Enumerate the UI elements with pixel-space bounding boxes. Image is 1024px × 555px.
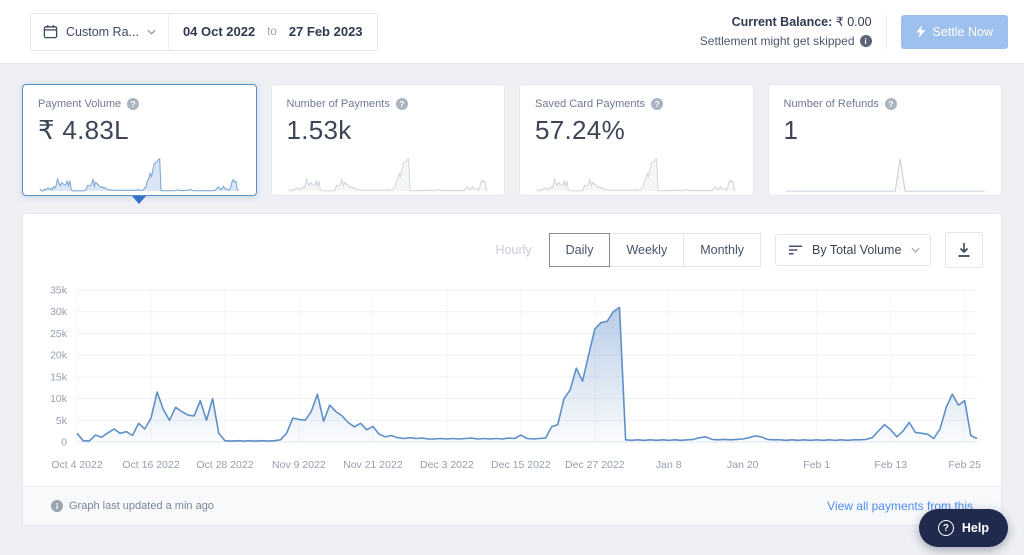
svg-text:Dec 3 2022: Dec 3 2022 (420, 459, 474, 471)
date-range-picker[interactable]: Custom Ra... 04 Oct 2022 to 27 Feb 2023 (30, 12, 378, 51)
payments-area-chart[interactable]: 0 5k 10k 15k 20k 25k 30k 35k Oct 4 2022 Oct 16 20… (31, 276, 991, 482)
current-balance-label: Current Balance: (731, 14, 833, 29)
topbar-divider (885, 13, 887, 50)
download-icon (956, 242, 972, 258)
svg-text:5k: 5k (56, 415, 68, 427)
balance-area: Current Balance: ₹ 0.00 Settlement might… (700, 13, 1008, 51)
info-icon: i (51, 500, 63, 512)
sort-by-dropdown[interactable]: By Total Volume (775, 234, 931, 266)
tab-weekly[interactable]: Weekly (609, 233, 685, 267)
granularity-tabs: Hourly Daily Weekly Monthly (479, 233, 761, 267)
lightning-icon (916, 25, 926, 38)
current-balance-value: ₹ 0.00 (835, 14, 872, 29)
svg-text:20k: 20k (50, 350, 68, 362)
card-payment-volume[interactable]: Payment Volume ? ₹ 4.83L (22, 84, 257, 204)
svg-text:Oct 16 2022: Oct 16 2022 (122, 459, 179, 471)
svg-text:Feb 13: Feb 13 (874, 459, 907, 471)
date-to: 27 Feb 2023 (288, 24, 363, 39)
svg-text:Oct 4 2022: Oct 4 2022 (51, 459, 103, 471)
settlement-note: Settlement might get skipped (699, 33, 855, 48)
selected-card-arrow-icon (132, 196, 147, 204)
svg-text:Feb 1: Feb 1 (803, 459, 830, 471)
svg-text:Jan 8: Jan 8 (656, 459, 682, 471)
sparkline-chart (39, 157, 239, 192)
chart-controls: Hourly Daily Weekly Monthly By Total Vol… (23, 214, 1001, 268)
card-number-of-payments[interactable]: Number of Payments ? 1.53k (270, 84, 505, 196)
svg-text:Dec 15 2022: Dec 15 2022 (491, 459, 551, 471)
card-value: ₹ 4.83L (38, 115, 129, 145)
svg-text:35k: 35k (50, 285, 68, 297)
help-circle-icon[interactable]: ? (395, 98, 408, 110)
help-circle-icon[interactable]: ? (651, 98, 664, 110)
sparkline-chart (536, 157, 736, 192)
svg-text:Jan 20: Jan 20 (727, 459, 759, 471)
download-button[interactable] (945, 232, 983, 268)
card-value: 1 (783, 115, 799, 145)
help-circle-icon[interactable]: ? (884, 98, 897, 110)
chart-area-wrap: 0 5k 10k 15k 20k 25k 30k 35k Oct 4 2022 Oct 16 20… (23, 268, 1001, 482)
svg-text:0: 0 (61, 437, 67, 449)
help-button[interactable]: ? Help (918, 509, 1008, 547)
svg-text:Feb 25: Feb 25 (948, 459, 981, 471)
card-title-label: Number of Payments (286, 98, 390, 110)
settle-now-button[interactable]: Settle Now (900, 14, 1008, 49)
date-range-preset-label: Custom Ra... (66, 24, 139, 39)
card-value: 1.53k (286, 115, 352, 145)
topbar: Custom Ra... 04 Oct 2022 to 27 Feb 2023 … (0, 0, 1024, 64)
chevron-down-icon (911, 247, 920, 253)
info-icon[interactable]: i (859, 35, 872, 48)
balance-block: Current Balance: ₹ 0.00 Settlement might… (700, 13, 872, 51)
date-range-values[interactable]: 04 Oct 2022 to 27 Feb 2023 (169, 14, 377, 50)
question-icon: ? (937, 520, 954, 536)
card-title-label: Saved Card Payments (535, 98, 646, 110)
date-range-preset[interactable]: Custom Ra... (31, 13, 169, 50)
card-title-label: Payment Volume (38, 98, 122, 110)
date-range-separator: to (267, 25, 277, 38)
sort-icon (788, 244, 803, 256)
chevron-down-icon (147, 29, 156, 35)
svg-text:Nov 21 2022: Nov 21 2022 (343, 459, 403, 471)
help-circle-icon[interactable]: ? (127, 98, 140, 110)
tab-hourly[interactable]: Hourly (479, 233, 549, 267)
chart-panel-footer: i Graph last updated a min ago View all … (23, 486, 1001, 525)
tab-daily[interactable]: Daily (548, 233, 611, 267)
svg-text:Dec 27 2022: Dec 27 2022 (565, 459, 625, 471)
svg-text:25k: 25k (50, 328, 68, 340)
date-from: 04 Oct 2022 (182, 24, 256, 39)
svg-text:Oct 28 2022: Oct 28 2022 (196, 459, 253, 471)
card-title-label: Number of Refunds (783, 98, 879, 110)
svg-text:30k: 30k (50, 306, 68, 318)
card-value: 57.24% (535, 115, 625, 145)
settle-now-label: Settle Now (932, 24, 993, 39)
last-updated-text: Graph last updated a min ago (69, 500, 214, 512)
card-number-of-refunds[interactable]: Number of Refunds ? 1 (767, 84, 1002, 196)
tab-monthly[interactable]: Monthly (683, 233, 761, 267)
sort-by-label: By Total Volume (812, 243, 902, 257)
calendar-icon (43, 24, 58, 39)
sparkline-chart (287, 157, 488, 192)
svg-text:Nov 9 2022: Nov 9 2022 (272, 459, 326, 471)
sparkline-chart (785, 158, 985, 192)
help-label: Help (961, 521, 989, 535)
chart-panel: Hourly Daily Weekly Monthly By Total Vol… (22, 213, 1002, 526)
card-saved-card-payments[interactable]: Saved Card Payments ? 57.24% (519, 84, 754, 196)
svg-text:10k: 10k (50, 393, 68, 405)
svg-text:15k: 15k (50, 371, 68, 383)
metric-cards: Payment Volume ? ₹ 4.83L Number of Payme… (22, 84, 1002, 204)
